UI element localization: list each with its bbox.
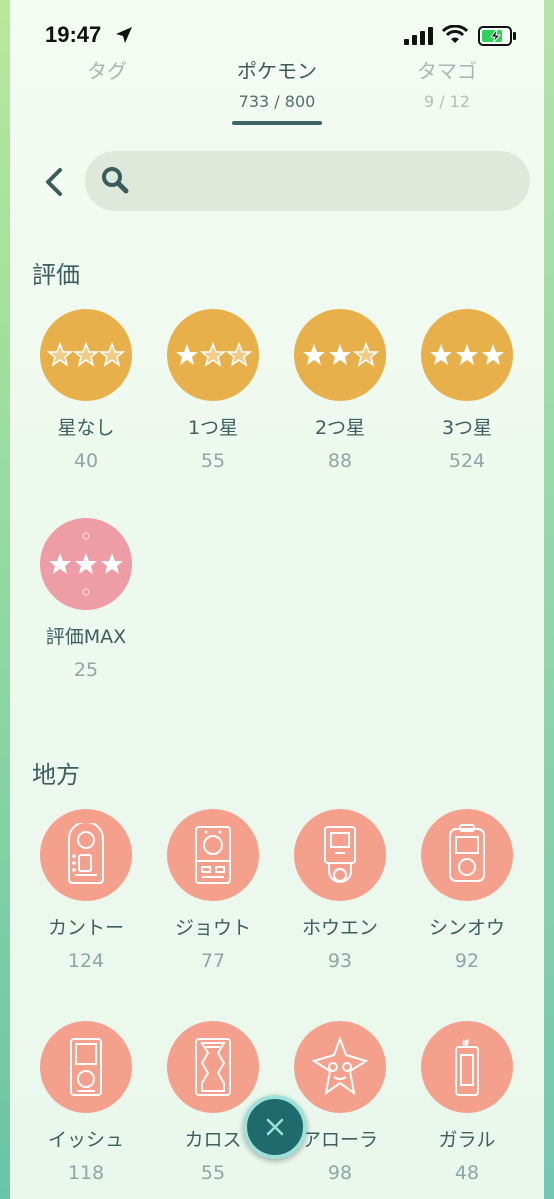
region-count: 124 — [67, 950, 105, 972]
rating-filter-one-star[interactable]: 1つ星 55 — [151, 309, 275, 472]
region-count: 93 — [327, 950, 353, 972]
rotom-dex-icon — [311, 1036, 369, 1096]
location-arrow-icon — [116, 27, 132, 43]
sinnoh-pokedex-icon — [449, 824, 485, 882]
region-count: 55 — [200, 1162, 226, 1184]
tab-eggs[interactable]: タマゴ 9 / 12 — [367, 55, 527, 111]
johto-badge — [167, 809, 259, 901]
region-count: 77 — [200, 950, 226, 972]
tab-label: ポケモン — [237, 59, 317, 83]
status-time: 19:47 — [45, 22, 102, 47]
unova-pokedex-icon — [70, 1038, 102, 1096]
three-star-badge — [421, 309, 513, 401]
rating-count: 88 — [327, 450, 353, 472]
right-border — [544, 0, 554, 1199]
region-filter-johto[interactable]: ジョウト 77 — [151, 809, 275, 972]
region-name: ホウエン — [301, 917, 378, 939]
status-bar: 19:47 — [10, 0, 544, 60]
close-icon — [266, 1118, 284, 1136]
one-star-icon — [176, 341, 253, 367]
region-filter-kanto[interactable]: カントー 124 — [24, 809, 148, 972]
region-count: 92 — [454, 950, 480, 972]
two-star-icon — [303, 341, 380, 367]
alola-badge — [294, 1021, 386, 1113]
hoenn-badge — [294, 809, 386, 901]
rating-count: 55 — [200, 450, 226, 472]
kalos-pokedex-icon — [195, 1038, 231, 1096]
rating-count: 40 — [73, 450, 99, 472]
tab-label: タグ — [87, 59, 127, 83]
galar-phone-icon — [455, 1039, 479, 1096]
unova-badge — [40, 1021, 132, 1113]
active-tab-indicator — [232, 121, 322, 125]
tab-tags[interactable]: タグ — [27, 55, 187, 84]
search-input[interactable] — [140, 161, 510, 201]
three-outline-stars-icon — [46, 341, 126, 367]
rating-filter-two-star[interactable]: 2つ星 88 — [278, 309, 402, 472]
region-name: カントー — [47, 917, 124, 939]
three-star-icon — [430, 344, 504, 365]
rating-section-title: 評価 — [32, 261, 80, 289]
galar-badge — [421, 1021, 513, 1113]
close-button[interactable] — [243, 1095, 307, 1159]
tab-label: タマゴ — [417, 59, 477, 83]
left-border — [0, 0, 10, 1199]
tab-count: 9 / 12 — [423, 92, 471, 111]
region-count: 118 — [67, 1162, 105, 1184]
rating-name: 星なし — [57, 417, 115, 439]
back-chevron-icon[interactable] — [40, 162, 70, 202]
region-name: シンオウ — [428, 917, 505, 939]
region-name: ガラル — [438, 1129, 496, 1151]
rating-name: 2つ星 — [314, 417, 366, 439]
three-star-sparkle-icon — [49, 532, 123, 596]
search-icon — [102, 167, 129, 194]
max-rating-badge — [40, 518, 132, 610]
rating-name: 1つ星 — [187, 417, 239, 439]
region-name: ジョウト — [174, 917, 251, 939]
rating-filter-max[interactable]: 評価MAX 25 — [24, 518, 148, 681]
kanto-pokedex-icon — [68, 823, 104, 884]
region-filter-hoenn[interactable]: ホウエン 93 — [278, 809, 402, 972]
region-count: 98 — [327, 1162, 353, 1184]
two-star-badge — [294, 309, 386, 401]
kalos-badge — [167, 1021, 259, 1113]
rating-name: 3つ星 — [441, 417, 493, 439]
rating-filter-three-star[interactable]: 3つ星 524 — [405, 309, 529, 472]
one-star-badge — [167, 309, 259, 401]
tab-count: 733 / 800 — [238, 92, 316, 111]
rating-count: 25 — [73, 659, 99, 681]
no-star-badge — [40, 309, 132, 401]
region-filter-galar[interactable]: ガラル 48 — [405, 1021, 529, 1184]
region-filter-sinnoh[interactable]: シンオウ 92 — [405, 809, 529, 972]
cellular-signal-icon — [404, 27, 433, 45]
sinnoh-badge — [421, 809, 513, 901]
rating-filter-no-star[interactable]: 星なし 40 — [24, 309, 148, 472]
pokemon-filter-screen: 19:47 タグ ポケモン 733 / 800 タマゴ 9 / 12 評価 星な… — [10, 0, 544, 1199]
rating-count: 524 — [448, 450, 486, 472]
tab-pokemon[interactable]: ポケモン 733 / 800 — [197, 55, 357, 111]
region-count: 48 — [454, 1162, 480, 1184]
region-name: イッシュ — [47, 1129, 124, 1151]
search-bar[interactable] — [85, 151, 530, 211]
kanto-badge — [40, 809, 132, 901]
battery-charging-icon — [478, 26, 516, 46]
wifi-icon — [442, 25, 468, 43]
rating-name: 評価MAX — [45, 626, 127, 648]
tab-bar: タグ ポケモン 733 / 800 タマゴ 9 / 12 — [10, 55, 544, 130]
region-section-title: 地方 — [32, 761, 80, 789]
johto-pokedex-icon — [195, 826, 231, 884]
hoenn-pokedex-icon — [324, 826, 356, 883]
region-filter-unova[interactable]: イッシュ 118 — [24, 1021, 148, 1184]
